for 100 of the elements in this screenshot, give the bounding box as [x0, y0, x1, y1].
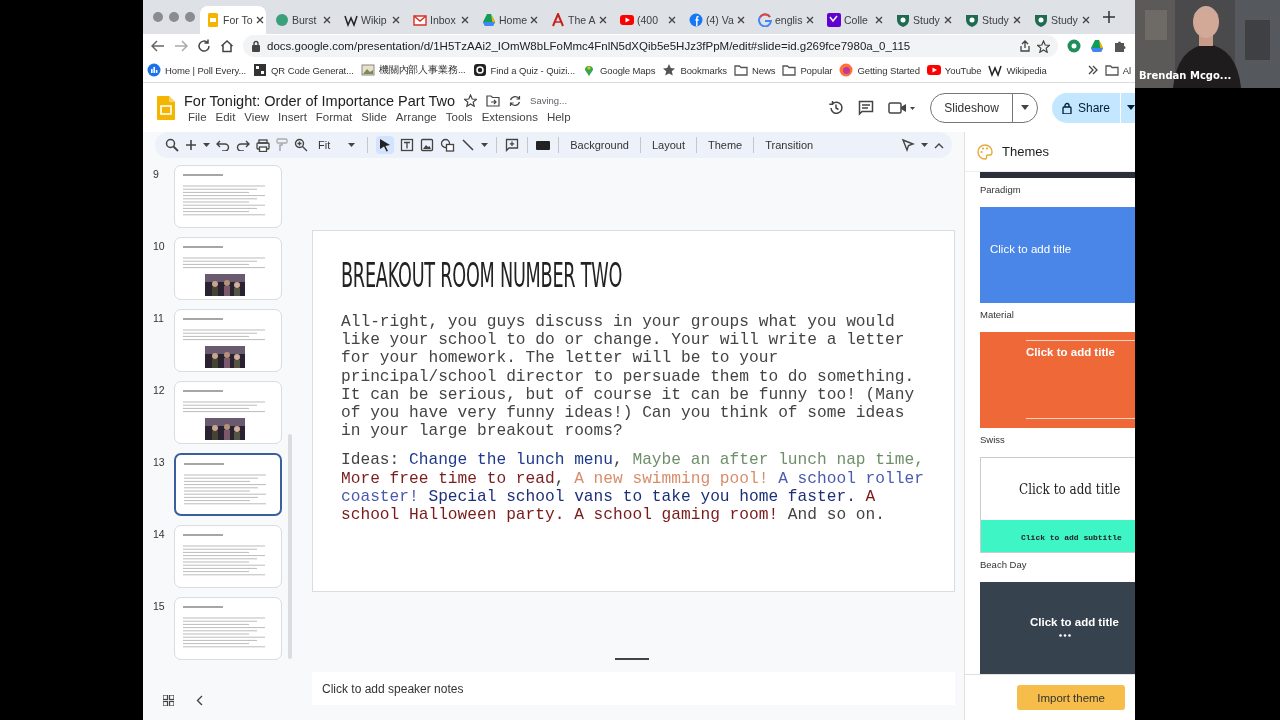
browser-tab[interactable]: The A — [545, 6, 611, 34]
menu-item[interactable]: Arrange — [391, 110, 442, 123]
grid-view-icon[interactable] — [163, 694, 174, 706]
keyboard-icon[interactable] — [536, 140, 551, 150]
share-button[interactable]: Share — [1051, 92, 1135, 123]
share-icon[interactable] — [1019, 40, 1031, 52]
menu-item[interactable]: File — [184, 110, 212, 123]
caret-icon[interactable] — [203, 143, 210, 147]
browser-tab[interactable]: Home — [476, 6, 542, 34]
close-icon[interactable] — [599, 16, 607, 24]
home-icon[interactable] — [220, 39, 234, 53]
line-icon[interactable] — [461, 138, 476, 152]
browser-tab[interactable]: Burst — [269, 6, 335, 34]
new-tab-icon[interactable] — [1103, 11, 1115, 23]
drive-icon[interactable] — [1090, 39, 1104, 53]
browser-tab[interactable]: Wikip — [338, 6, 404, 34]
theme-preview[interactable]: Click to add title — [980, 207, 1135, 303]
browser-tab[interactable]: Study — [1028, 6, 1094, 34]
bookmark[interactable]: Find a Quiz - Quizi... — [472, 63, 575, 77]
video-camera-icon[interactable] — [888, 99, 917, 116]
browser-tab[interactable]: englis — [752, 6, 818, 34]
search-icon[interactable] — [165, 138, 179, 152]
close-icon[interactable] — [255, 16, 264, 24]
close-icon[interactable] — [1082, 16, 1090, 24]
bookmark[interactable]: Home | Poll Every... — [147, 63, 247, 77]
caret-icon[interactable] — [921, 143, 928, 147]
toolbar-button[interactable]: Layout — [648, 137, 688, 153]
back-icon[interactable] — [151, 39, 165, 53]
close-icon[interactable] — [323, 16, 331, 24]
speaker-notes-field[interactable]: Click to add speaker notes — [312, 672, 955, 705]
menu-item[interactable]: Edit — [211, 110, 241, 123]
comment-icon[interactable] — [858, 99, 875, 116]
menu-item[interactable]: Extensions — [477, 110, 543, 123]
print-icon[interactable] — [256, 138, 270, 152]
star-icon[interactable] — [464, 94, 478, 107]
slide-thumbnail[interactable] — [174, 453, 282, 516]
browser-tab[interactable]: For To — [200, 6, 266, 34]
menu-item[interactable]: Slide — [357, 110, 392, 123]
browser-tab[interactable]: (400 — [614, 6, 680, 34]
close-icon[interactable] — [1013, 16, 1021, 24]
browser-tab[interactable]: Study — [890, 6, 956, 34]
caret-icon[interactable] — [1127, 105, 1135, 110]
bookmark[interactable]: Al — [1104, 63, 1131, 77]
resize-handle[interactable] — [615, 658, 649, 660]
close-icon[interactable] — [530, 16, 538, 24]
collapse-left-icon[interactable] — [196, 694, 203, 706]
history-icon[interactable] — [828, 99, 845, 116]
browser-tab[interactable]: Inbox — [407, 6, 473, 34]
zoom-dropdown[interactable]: Fit — [314, 137, 360, 153]
lock-icon[interactable] — [1061, 101, 1072, 114]
slide-canvas[interactable] — [312, 230, 955, 592]
browser-tab[interactable]: Colle — [821, 6, 887, 34]
bookmark[interactable]: QR Code Generat... — [253, 63, 354, 77]
menu-item[interactable]: Format — [311, 110, 358, 123]
theme-preview[interactable]: Click to add title Click to add subtitle — [980, 457, 1135, 553]
document-title[interactable]: For Tonight: Order of Importance Part Two — [184, 92, 456, 109]
image-icon[interactable] — [420, 138, 435, 152]
address-bar[interactable]: docs.google.com/presentation/d/1H5TzAAi2_IOmW8bLFoMmc4FnlN5dXQib5e5HJz3fPpM/edit#slide=id.g269fce7980a_0_115 — [243, 35, 1058, 57]
puzzle-icon[interactable] — [1113, 39, 1127, 53]
redo-icon[interactable] — [236, 139, 250, 151]
close-icon[interactable] — [668, 16, 676, 24]
toolbar-button[interactable]: Background — [567, 137, 632, 153]
bookmark[interactable]: Bookmarks — [662, 63, 727, 77]
browser-tab[interactable]: (4) Va — [683, 6, 749, 34]
close-icon[interactable] — [461, 16, 469, 24]
extension-icon[interactable] — [1067, 39, 1081, 53]
menu-item[interactable]: Tools — [441, 110, 478, 123]
close-icon[interactable] — [392, 16, 400, 24]
folder-icon[interactable] — [486, 94, 501, 107]
menu-item[interactable]: Insert — [274, 110, 312, 123]
undo-icon[interactable] — [216, 139, 230, 151]
browser-tab[interactable]: Study — [959, 6, 1025, 34]
import-theme-button[interactable]: Import theme — [1017, 685, 1125, 710]
bookmark[interactable]: Google Maps — [582, 63, 656, 77]
close-icon[interactable] — [806, 16, 814, 24]
bookmark[interactable]: Getting Started — [839, 63, 920, 77]
bookmark[interactable]: Popular — [782, 63, 833, 77]
bookmark[interactable]: 機關內部人事業務... — [360, 63, 466, 77]
toolbar-button[interactable]: Theme — [705, 137, 746, 153]
shapes-icon[interactable] — [440, 138, 456, 152]
toolbar-button[interactable]: Transition — [762, 137, 817, 153]
close-icon[interactable] — [875, 16, 883, 24]
close-icon[interactable] — [737, 16, 745, 24]
collapse-icon[interactable] — [934, 141, 944, 149]
bookmark[interactable]: Wikipedia — [988, 63, 1047, 77]
more-bookmarks-icon[interactable] — [1087, 65, 1098, 75]
caret-icon[interactable] — [481, 143, 489, 147]
plus-icon[interactable] — [185, 139, 197, 151]
bookmark[interactable]: YouTube — [926, 63, 982, 77]
bookmark[interactable]: News — [734, 63, 776, 77]
caret-icon[interactable] — [1020, 105, 1029, 110]
star-icon[interactable] — [1037, 39, 1050, 53]
menu-item[interactable]: View — [240, 110, 275, 123]
slideshow-button[interactable]: Slideshow — [930, 92, 1038, 123]
add-comment-icon[interactable] — [505, 138, 520, 152]
reload-icon[interactable] — [197, 39, 211, 53]
zoom-icon[interactable] — [294, 138, 308, 152]
menu-item[interactable]: Help — [542, 110, 576, 123]
theme-preview[interactable]: Click to add title — [980, 582, 1135, 674]
close-icon[interactable] — [944, 16, 952, 24]
